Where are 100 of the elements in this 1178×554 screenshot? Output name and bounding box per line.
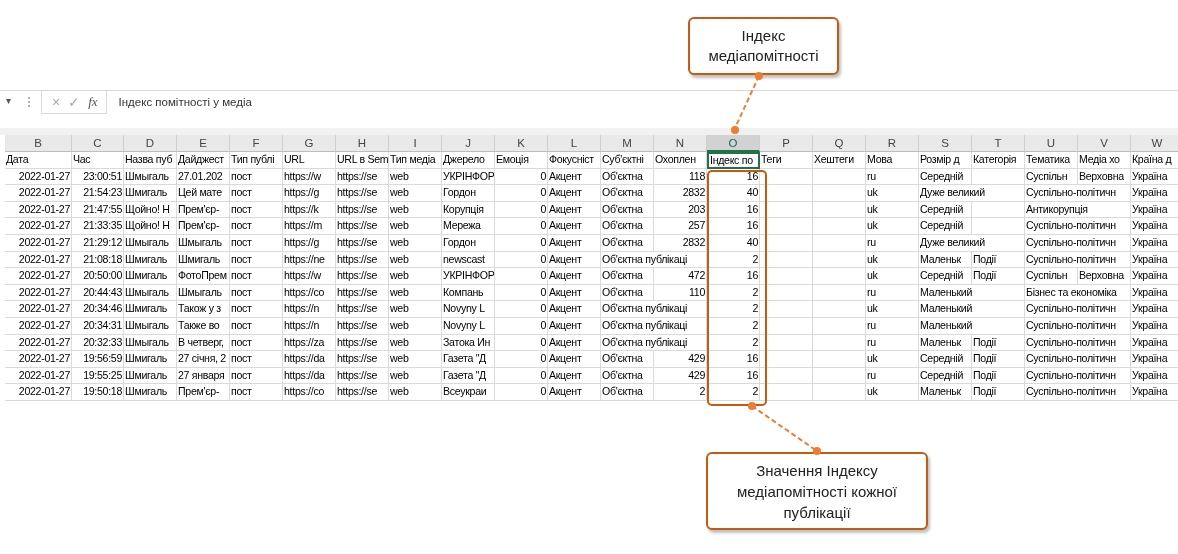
column-header[interactable]: H bbox=[336, 135, 389, 152]
column-title[interactable]: URL bbox=[283, 152, 336, 169]
table-cell bbox=[813, 317, 866, 335]
table-cell: 2022-01-27 bbox=[5, 384, 72, 401]
table-cell: uk bbox=[866, 251, 919, 269]
column-header[interactable]: U bbox=[1025, 135, 1078, 152]
table-cell: Прем'єр- bbox=[177, 201, 230, 219]
table-cell: https://se bbox=[336, 317, 389, 335]
table-cell: 0 bbox=[495, 234, 548, 252]
table-cell: пост bbox=[230, 185, 283, 202]
column-title[interactable]: Тип публі bbox=[230, 152, 283, 169]
table-cell: Акцент bbox=[548, 367, 601, 385]
table-cell: Об'єктна bbox=[601, 185, 654, 202]
table-cell: https://se bbox=[336, 367, 389, 385]
table-cell: Шмыгаль bbox=[124, 168, 177, 186]
column-title[interactable]: Дайджест bbox=[177, 152, 230, 169]
table-cell: ru bbox=[866, 234, 919, 252]
column-header[interactable]: L bbox=[548, 135, 601, 152]
column-header[interactable]: N bbox=[654, 135, 707, 152]
column-header[interactable]: P bbox=[760, 135, 813, 152]
table-cell: web bbox=[389, 185, 442, 202]
column-header[interactable]: R bbox=[866, 135, 919, 152]
table-cell: ru bbox=[866, 317, 919, 335]
column-header[interactable]: O bbox=[707, 135, 760, 152]
grip-icon[interactable] bbox=[27, 96, 31, 108]
table-cell: 2022-01-27 bbox=[5, 367, 72, 385]
column-title[interactable]: Теги bbox=[760, 152, 813, 169]
column-header[interactable]: G bbox=[283, 135, 336, 152]
table-cell: 16 bbox=[707, 201, 760, 219]
table-cell: https://se bbox=[336, 301, 389, 318]
table-cell: Также во bbox=[177, 317, 230, 335]
column-title[interactable]: Мова bbox=[866, 152, 919, 169]
column-title[interactable]: Емоція bbox=[495, 152, 548, 169]
column-header[interactable]: V bbox=[1078, 135, 1131, 152]
table-cell: Шмигаль bbox=[124, 185, 177, 202]
table-cell: 27 января bbox=[177, 367, 230, 385]
table-cell: web bbox=[389, 284, 442, 302]
formula-text[interactable]: Індекс помітності у медіа bbox=[118, 96, 252, 108]
column-title[interactable]: Індекс по bbox=[707, 152, 760, 169]
column-title[interactable]: Назва пуб bbox=[124, 152, 177, 169]
column-title[interactable]: Джерело bbox=[442, 152, 495, 169]
table-cell: ru bbox=[866, 168, 919, 186]
table-cell: Маленьк bbox=[919, 334, 972, 352]
column-title[interactable]: Час bbox=[72, 152, 124, 169]
column-header[interactable]: K bbox=[495, 135, 548, 152]
column-header[interactable]: C bbox=[72, 135, 124, 152]
column-header[interactable]: I bbox=[389, 135, 442, 152]
table-cell: 19:55:25 bbox=[72, 367, 124, 385]
column-title[interactable]: Хештеги bbox=[813, 152, 866, 169]
name-box-dropdown[interactable]: ▾ bbox=[6, 95, 11, 106]
table-cell: 110 bbox=[654, 284, 707, 302]
table-cell: https://se bbox=[336, 218, 389, 235]
column-title[interactable]: Охоплен bbox=[654, 152, 707, 169]
table-cell: 0 bbox=[495, 201, 548, 219]
table-cell: https://w bbox=[283, 168, 336, 186]
table-cell: 2 bbox=[707, 334, 760, 352]
table-cell: 20:34:31 bbox=[72, 317, 124, 335]
table-cell: 0 bbox=[495, 334, 548, 352]
column-title[interactable]: Категорія bbox=[972, 152, 1025, 169]
column-title[interactable]: URL в Sem bbox=[336, 152, 389, 169]
table-cell: web bbox=[389, 301, 442, 318]
column-title[interactable]: Фокусніст bbox=[548, 152, 601, 169]
column-header[interactable]: B bbox=[5, 135, 72, 152]
column-title[interactable]: Розмір д bbox=[919, 152, 972, 169]
column-header[interactable]: W bbox=[1131, 135, 1178, 152]
column-header[interactable]: E bbox=[177, 135, 230, 152]
column-title[interactable]: Суб'єктні bbox=[601, 152, 654, 169]
column-title[interactable]: Медіа хо bbox=[1078, 152, 1131, 169]
table-cell: Суспільно-політичн bbox=[1025, 351, 1131, 368]
column-header[interactable]: T bbox=[972, 135, 1025, 152]
column-header[interactable]: Q bbox=[813, 135, 866, 152]
column-title[interactable]: Дата bbox=[5, 152, 72, 169]
column-header[interactable]: D bbox=[124, 135, 177, 152]
table-cell: 23:00:51 bbox=[72, 168, 124, 186]
table-cell: Шмыгаль bbox=[124, 284, 177, 302]
table-cell: uk bbox=[866, 268, 919, 285]
column-header[interactable]: S bbox=[919, 135, 972, 152]
table-cell: https://da bbox=[283, 367, 336, 385]
column-header[interactable]: J bbox=[442, 135, 495, 152]
table-cell: uk bbox=[866, 301, 919, 318]
column-title[interactable]: Тип медіа bbox=[389, 152, 442, 169]
table-cell: 21:33:35 bbox=[72, 218, 124, 235]
column-title[interactable]: Країна д bbox=[1131, 152, 1178, 169]
column-header[interactable]: M bbox=[601, 135, 654, 152]
table-cell bbox=[813, 334, 866, 352]
table-cell: 2 bbox=[707, 301, 760, 318]
table-cell: Об'єктна bbox=[601, 168, 654, 186]
table-cell: Об'єктна публікаці bbox=[601, 334, 707, 352]
table-cell bbox=[760, 168, 813, 186]
table-cell: Україна bbox=[1131, 284, 1178, 302]
table-cell: ru bbox=[866, 367, 919, 385]
insert-function-button[interactable]: fx bbox=[88, 93, 98, 111]
table-cell: Бізнес та економіка bbox=[1025, 284, 1131, 302]
table-cell: Суспільн bbox=[1025, 268, 1078, 285]
table-cell: https://da bbox=[283, 351, 336, 368]
table-cell: УКРІНФОР bbox=[442, 268, 495, 285]
table-cell: Маленьк bbox=[919, 251, 972, 269]
column-header[interactable]: F bbox=[230, 135, 283, 152]
table-cell: https://g bbox=[283, 234, 336, 252]
column-title[interactable]: Тематика bbox=[1025, 152, 1078, 169]
